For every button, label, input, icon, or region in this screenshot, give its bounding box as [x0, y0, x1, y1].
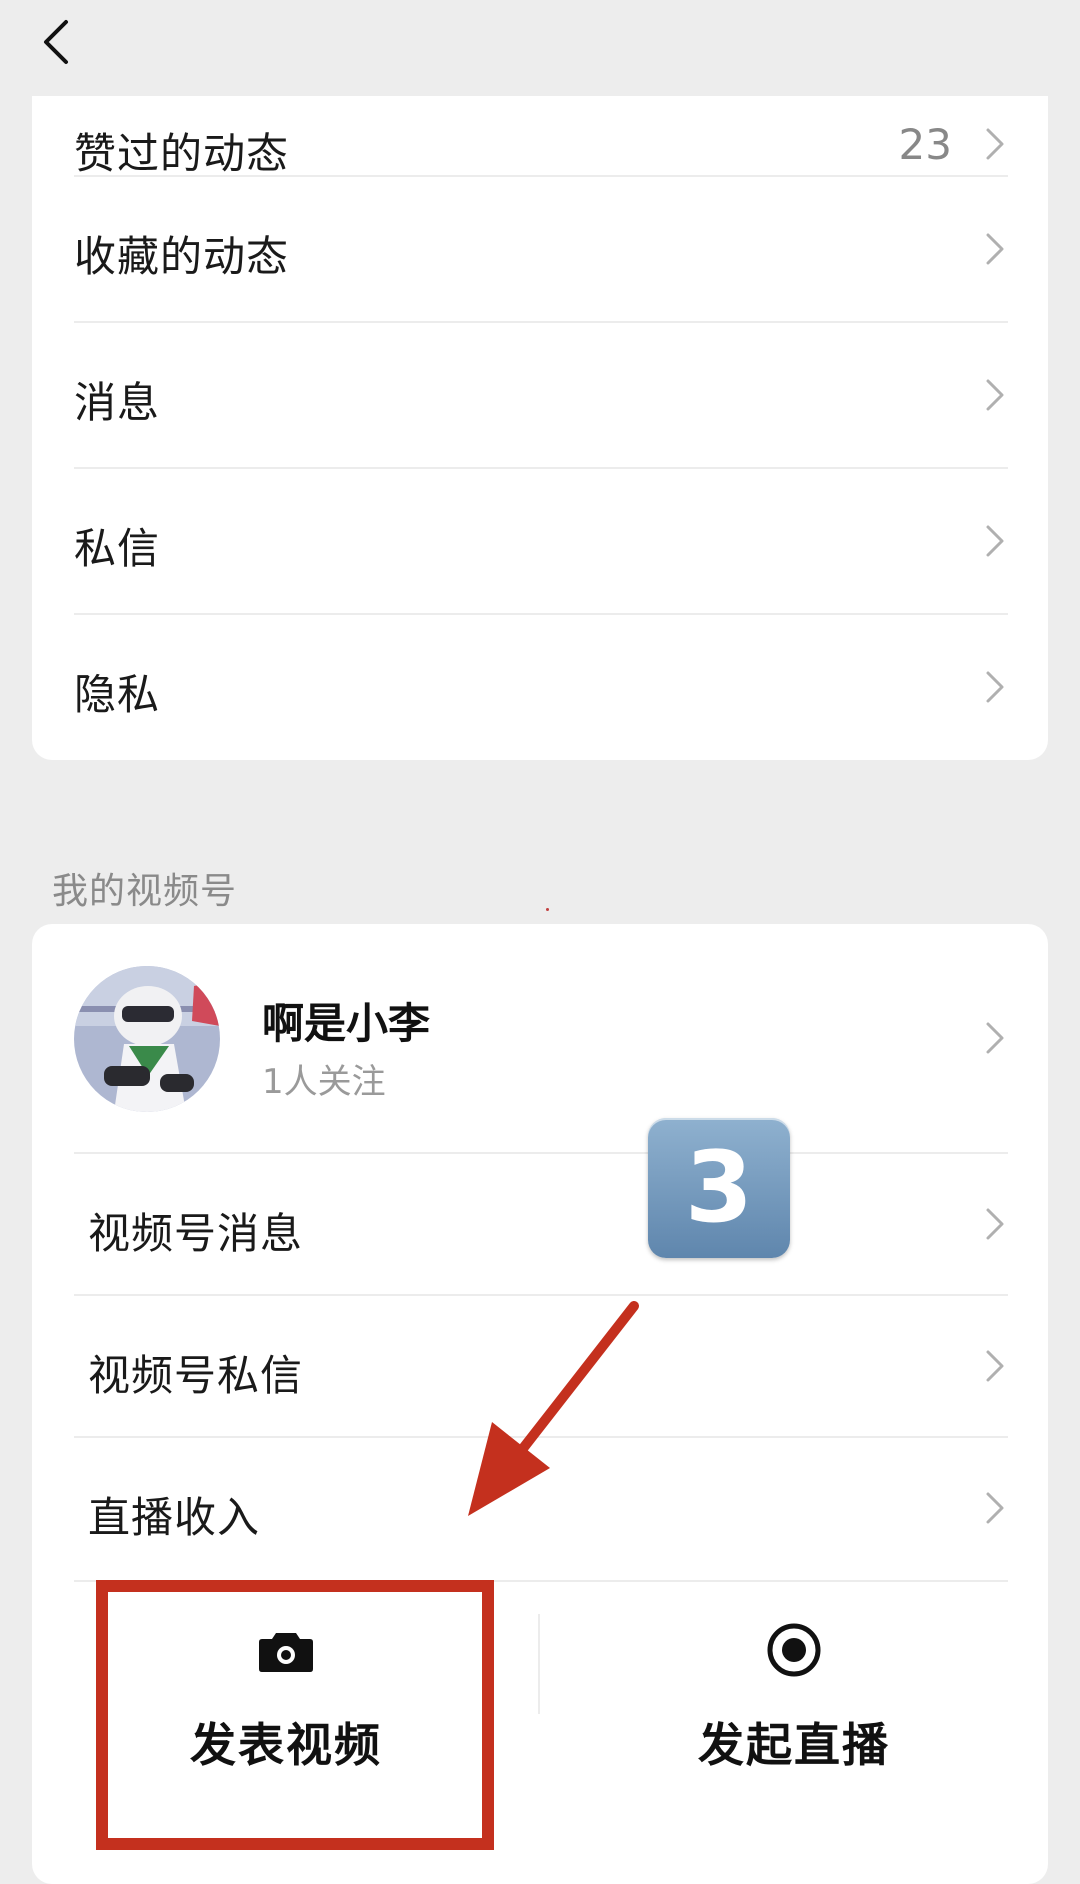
record-circle-icon	[767, 1623, 821, 1677]
private-messages-row[interactable]: 私信	[32, 469, 1048, 613]
channel-name: 啊是小李	[262, 999, 431, 1048]
chevron-right-icon	[986, 128, 1004, 160]
chevron-right-icon	[986, 233, 1004, 265]
chevron-right-icon	[986, 379, 1004, 411]
row-label: 赞过的动态	[74, 129, 290, 178]
top-nav-bar	[0, 0, 1080, 96]
chevron-right-icon	[986, 1350, 1004, 1382]
row-label: 隐私	[74, 670, 161, 719]
pointer-arrow-icon	[468, 1301, 639, 1516]
camera-icon	[259, 1633, 313, 1672]
section-title: 我的视频号	[52, 871, 238, 912]
chevron-right-icon	[986, 525, 1004, 557]
chevron-left-icon	[44, 20, 68, 64]
start-live-label: 发起直播	[698, 1718, 890, 1772]
post-video-label: 发表视频	[190, 1718, 382, 1772]
channel-actions: 发表视频 发起直播	[32, 1584, 1048, 1814]
decorative-dot	[546, 908, 549, 911]
chevron-right-icon	[986, 1022, 1004, 1054]
back-button[interactable]	[36, 14, 80, 70]
channel-profile-row[interactable]: 啊是小李 1人关注	[32, 924, 1048, 1152]
messages-row[interactable]: 消息	[32, 323, 1048, 467]
privacy-row[interactable]: 隐私	[32, 615, 1048, 759]
avatar	[74, 966, 220, 1112]
chevron-right-icon	[986, 671, 1004, 703]
moments-settings-card: 赞过的动态 23 收藏的动态 消息 私信 隐私	[32, 40, 1048, 760]
follower-count: 1人关注	[262, 1062, 386, 1102]
chevron-right-icon	[986, 1208, 1004, 1240]
post-video-button[interactable]: 发表视频	[32, 1584, 540, 1814]
channel-messages-row[interactable]: 视频号消息	[32, 1154, 1048, 1294]
row-label: 视频号私信	[88, 1351, 304, 1400]
start-live-button[interactable]: 发起直播	[540, 1584, 1048, 1814]
row-label: 私信	[74, 524, 161, 573]
liked-count: 23	[898, 120, 952, 169]
row-label: 收藏的动态	[74, 232, 290, 281]
row-label: 直播收入	[88, 1493, 261, 1542]
row-label: 视频号消息	[88, 1209, 304, 1258]
row-label: 消息	[74, 378, 161, 427]
divider	[74, 1580, 1008, 1582]
chevron-right-icon	[986, 1492, 1004, 1524]
favorited-moments-row[interactable]: 收藏的动态	[32, 177, 1048, 321]
step-number-badge: 3	[648, 1118, 790, 1258]
